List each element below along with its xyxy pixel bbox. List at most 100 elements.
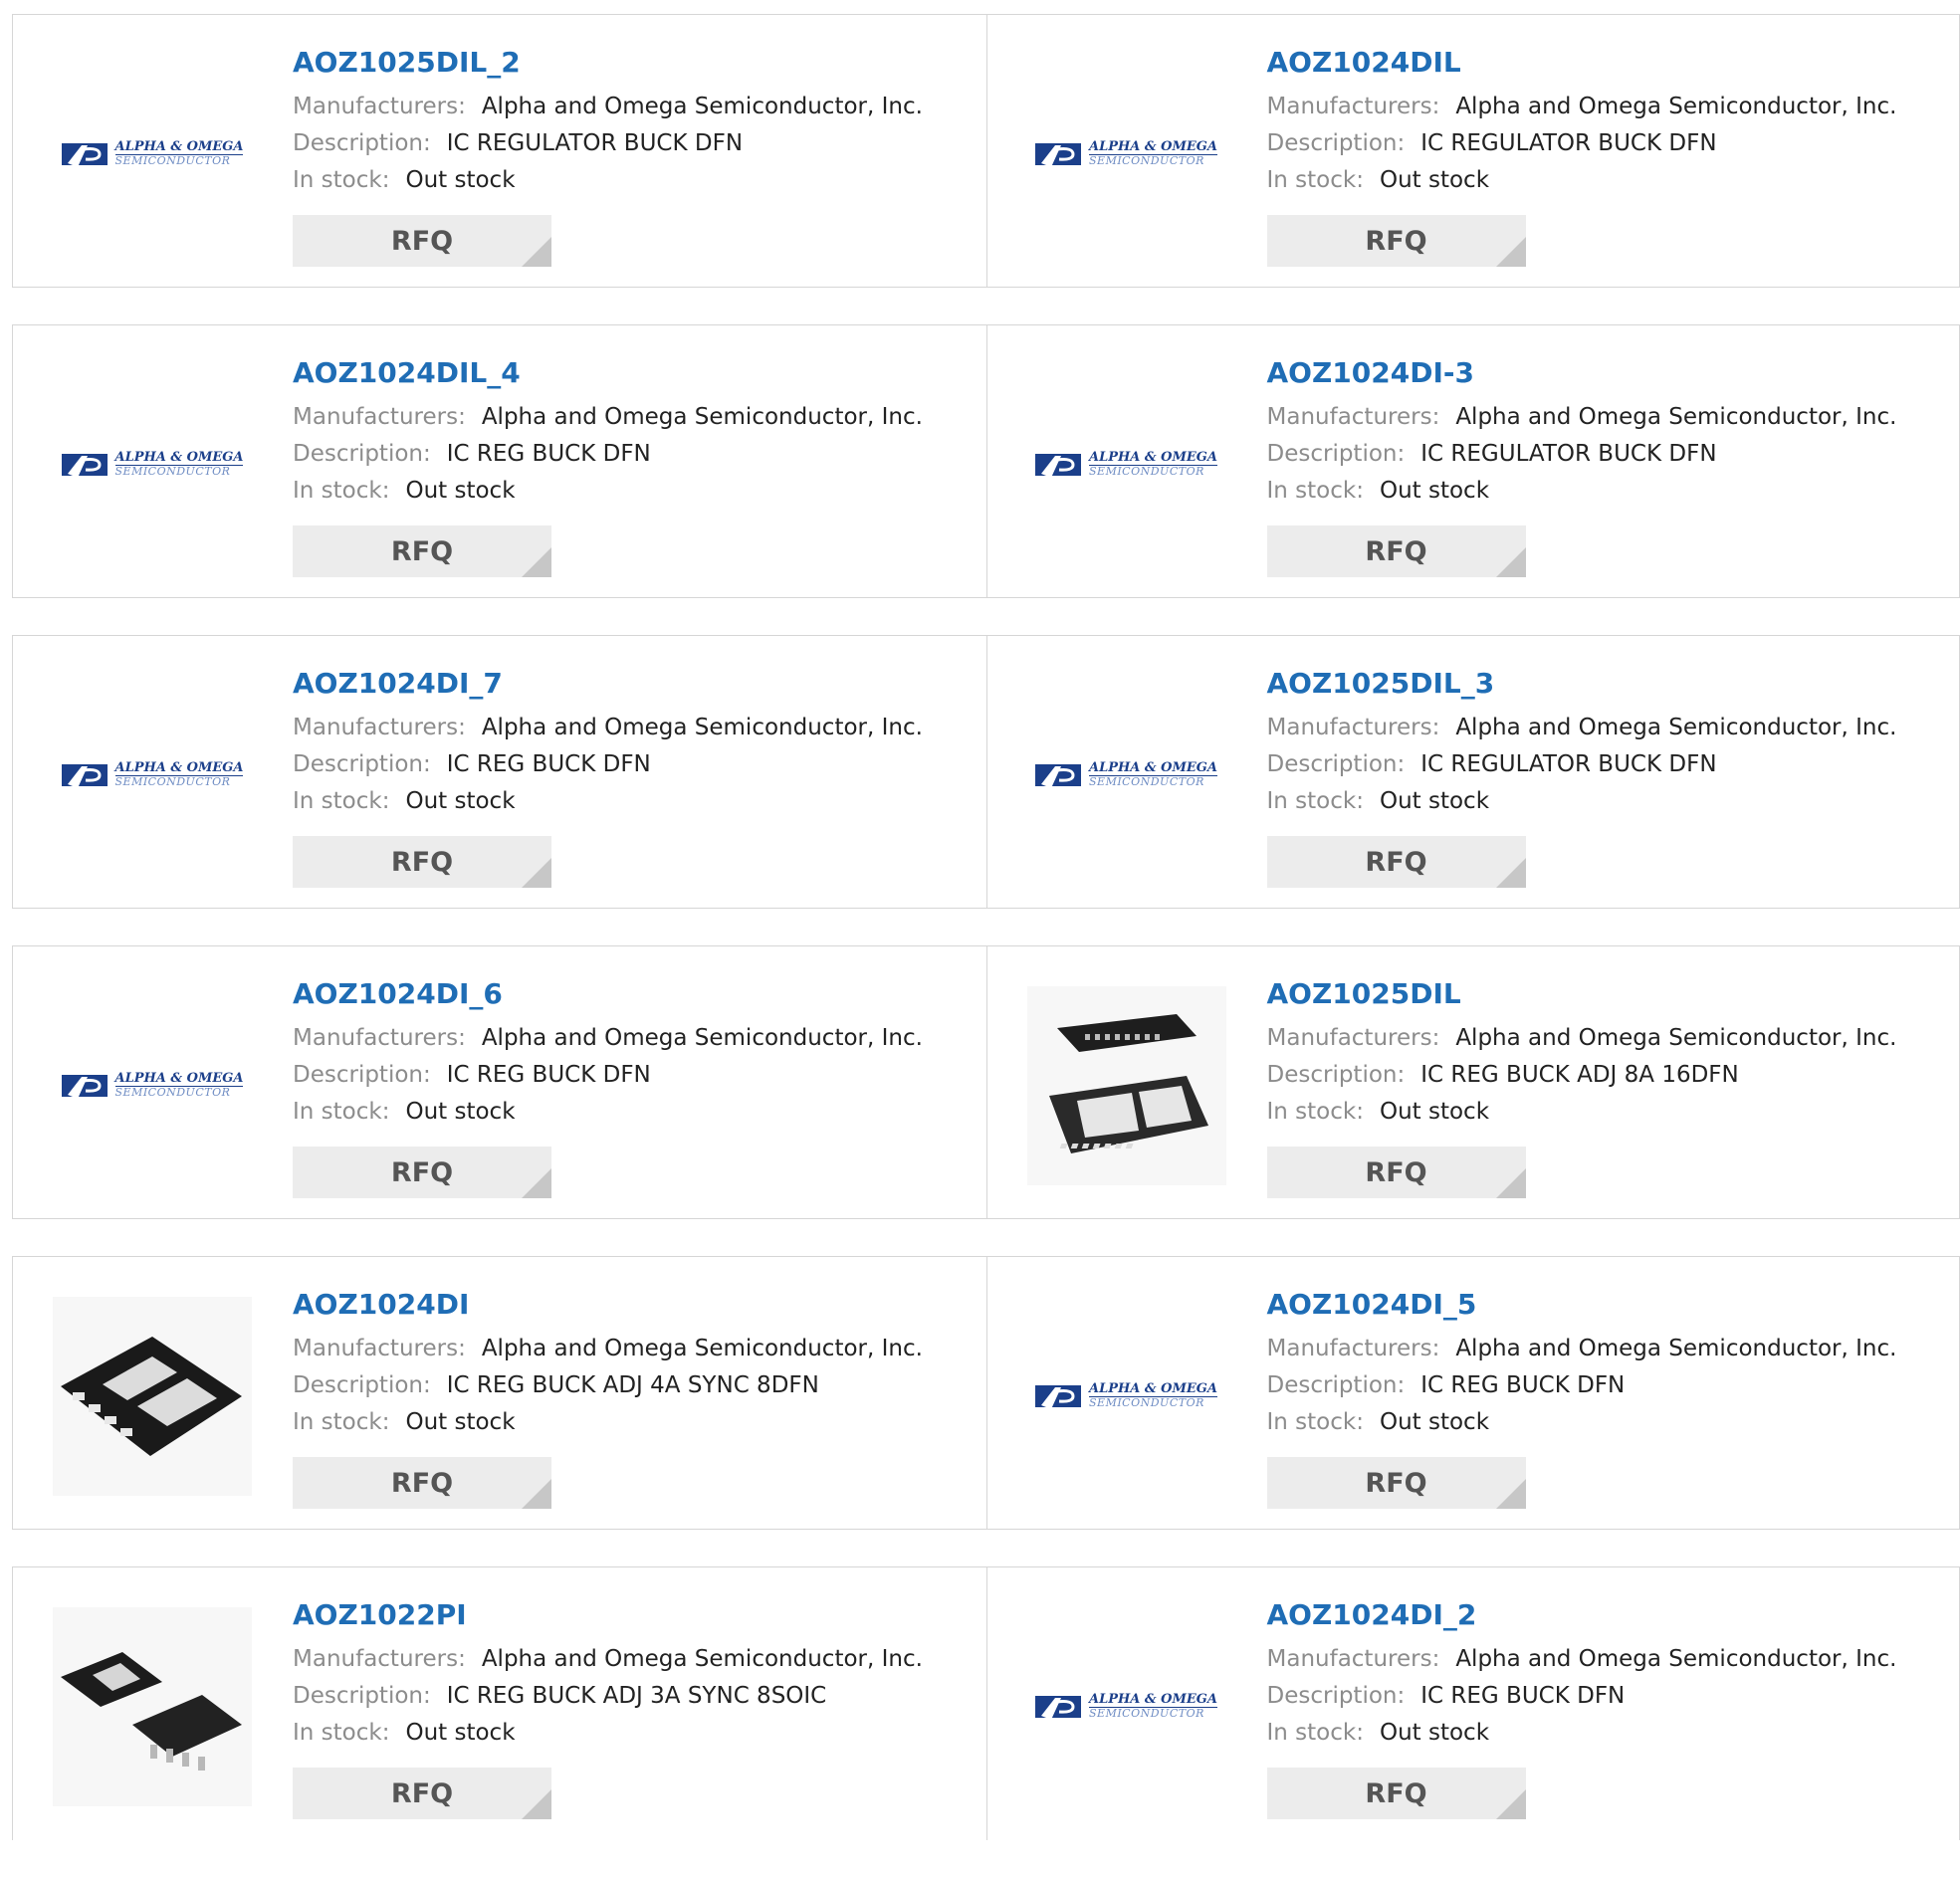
rfq-label: RFQ [1365,535,1427,567]
part-number-link[interactable]: AOZ1024DI_5 [1267,1287,1897,1323]
manufacturer-value: Alpha and Omega Semiconductor, Inc. [481,1025,923,1051]
product-thumbnail[interactable]: ALPHA & OMEGA SEMICONDUCTOR [1027,1297,1226,1496]
stock-value: Out stock [1379,1409,1490,1435]
rfq-corner-decoration [1495,547,1526,577]
alpha-omega-mark-icon [1035,143,1081,167]
product-thumbnail[interactable]: ALPHA & OMEGA SEMICONDUCTOR [53,676,252,875]
alpha-omega-logo: ALPHA & OMEGA SEMICONDUCTOR [61,760,244,790]
description-line: Description: IC REG BUCK DFN [293,746,923,783]
product-thumbnail[interactable] [1026,986,1226,1185]
description-label: Description: [1266,1683,1406,1709]
description-label: Description: [293,751,431,777]
product-thumbnail[interactable]: ALPHA & OMEGA SEMICONDUCTOR [53,986,252,1185]
description-line: Description: IC REG BUCK DFN [293,1057,923,1094]
stock-line: In stock: Out stock [1267,162,1897,199]
manufacturer-value: Alpha and Omega Semiconductor, Inc. [481,1336,923,1361]
alpha-omega-mark-icon [61,764,108,788]
manufacturer-label: Manufacturers: [293,94,466,119]
product-card: ALPHA & OMEGA SEMICONDUCTOR AOZ1024DI_2 M… [985,1567,1960,1840]
rfq-button[interactable]: RFQ [1266,215,1526,267]
rfq-label: RFQ [390,225,454,257]
alpha-omega-mark-icon [1035,454,1081,478]
stock-label: In stock: [293,1720,390,1746]
rfq-button[interactable]: RFQ [293,1768,551,1819]
stock-value: Out stock [405,1720,516,1746]
part-number-link[interactable]: AOZ1022PI [293,1597,923,1633]
description-value: IC REG BUCK ADJ 4A SYNC 8DFN [446,1372,819,1398]
description-line: Description: IC REG BUCK DFN [293,436,923,473]
product-thumbnail[interactable]: ALPHA & OMEGA SEMICONDUCTOR [1027,55,1226,254]
manufacturer-line: Manufacturers: Alpha and Omega Semiconduc… [293,1331,923,1367]
logo-line-1: ALPHA & OMEGA [1089,760,1217,776]
stock-value: Out stock [405,1409,516,1435]
part-number-link[interactable]: AOZ1024DIL_4 [293,355,923,391]
rfq-corner-decoration [1495,1789,1526,1819]
rfq-button[interactable]: RFQ [1266,1457,1526,1509]
product-thumbnail[interactable]: ALPHA & OMEGA SEMICONDUCTOR [1027,1607,1226,1806]
product-info: AOZ1025DIL_3 Manufacturers: Alpha and Ome… [1267,666,1897,820]
manufacturer-value: Alpha and Omega Semiconductor, Inc. [1455,715,1897,740]
product-thumbnail[interactable]: ALPHA & OMEGA SEMICONDUCTOR [1027,365,1226,564]
product-card: ALPHA & OMEGA SEMICONDUCTOR AOZ1025DIL_2 … [13,15,986,287]
stock-line: In stock: Out stock [1267,1715,1897,1752]
manufacturer-label: Manufacturers: [293,404,466,430]
description-value: IC REGULATOR BUCK DFN [1420,751,1717,777]
rfq-button[interactable]: RFQ [1266,1147,1526,1198]
stock-label: In stock: [293,788,390,814]
alpha-omega-logo: ALPHA & OMEGA SEMICONDUCTOR [61,139,244,169]
part-number-link[interactable]: AOZ1025DIL_2 [293,45,923,81]
part-number-link[interactable]: AOZ1025DIL_3 [1267,666,1897,702]
rfq-button[interactable]: RFQ [293,525,551,577]
part-number-link[interactable]: AOZ1024DI [293,1287,923,1323]
product-thumbnail[interactable] [53,1607,252,1806]
manufacturer-line: Manufacturers: Alpha and Omega Semiconduc… [1267,1020,1897,1057]
product-card: AOZ1025DIL Manufacturers: Alpha and Omega… [985,946,1960,1218]
part-number-link[interactable]: AOZ1025DIL [1267,976,1897,1012]
description-value: IC REGULATOR BUCK DFN [1420,130,1717,156]
manufacturer-value: Alpha and Omega Semiconductor, Inc. [1455,94,1897,119]
stock-line: In stock: Out stock [293,162,923,199]
manufacturer-label: Manufacturers: [1266,1336,1440,1361]
part-number-link[interactable]: AOZ1024DI_7 [293,666,923,702]
description-line: Description: IC REGULATOR BUCK DFN [1267,746,1897,783]
soic8-chip-photo [53,1607,252,1806]
stock-value: Out stock [405,167,516,193]
product-thumbnail[interactable]: ALPHA & OMEGA SEMICONDUCTOR [53,365,252,564]
description-value: IC REG BUCK DFN [1420,1683,1626,1709]
stock-label: In stock: [1266,167,1364,193]
rfq-button[interactable]: RFQ [1266,1768,1526,1819]
product-card: ALPHA & OMEGA SEMICONDUCTOR AOZ1024DIL_4 … [13,325,986,597]
rfq-button[interactable]: RFQ [293,836,551,888]
description-value: IC REG BUCK DFN [446,441,651,467]
part-number-link[interactable]: AOZ1024DI_2 [1267,1597,1897,1633]
product-thumbnail[interactable] [53,1297,252,1496]
rfq-button[interactable]: RFQ [293,215,551,267]
logo-line-1: ALPHA & OMEGA [1089,1692,1217,1708]
rfq-button[interactable]: RFQ [1266,836,1526,888]
description-line: Description: IC REG BUCK DFN [1267,1367,1897,1404]
stock-value: Out stock [1379,167,1490,193]
part-number-link[interactable]: AOZ1024DI-3 [1267,355,1897,391]
rfq-label: RFQ [1365,225,1427,257]
product-thumbnail[interactable]: ALPHA & OMEGA SEMICONDUCTOR [53,55,252,254]
rfq-corner-decoration [522,1168,551,1198]
rfq-button[interactable]: RFQ [293,1147,551,1198]
manufacturer-line: Manufacturers: Alpha and Omega Semiconduc… [293,1020,923,1057]
manufacturer-line: Manufacturers: Alpha and Omega Semiconduc… [293,399,923,436]
alpha-omega-mark-icon [1035,1696,1081,1720]
product-row: AOZ1022PI Manufacturers: Alpha and Omega … [12,1566,1960,1840]
part-number-link[interactable]: AOZ1024DIL [1267,45,1897,81]
rfq-button[interactable]: RFQ [293,1457,551,1509]
stock-label: In stock: [1266,1409,1364,1435]
rfq-label: RFQ [390,1467,454,1499]
product-thumbnail[interactable]: ALPHA & OMEGA SEMICONDUCTOR [1027,676,1226,875]
description-label: Description: [1266,751,1406,777]
stock-value: Out stock [405,788,516,814]
rfq-corner-decoration [522,237,551,267]
rfq-button[interactable]: RFQ [1266,525,1526,577]
alpha-omega-logo: ALPHA & OMEGA SEMICONDUCTOR [1035,139,1217,169]
manufacturer-line: Manufacturers: Alpha and Omega Semiconduc… [1267,1641,1897,1678]
part-number-link[interactable]: AOZ1024DI_6 [293,976,923,1012]
manufacturer-label: Manufacturers: [1266,715,1440,740]
description-line: Description: IC REG BUCK DFN [1267,1678,1897,1715]
